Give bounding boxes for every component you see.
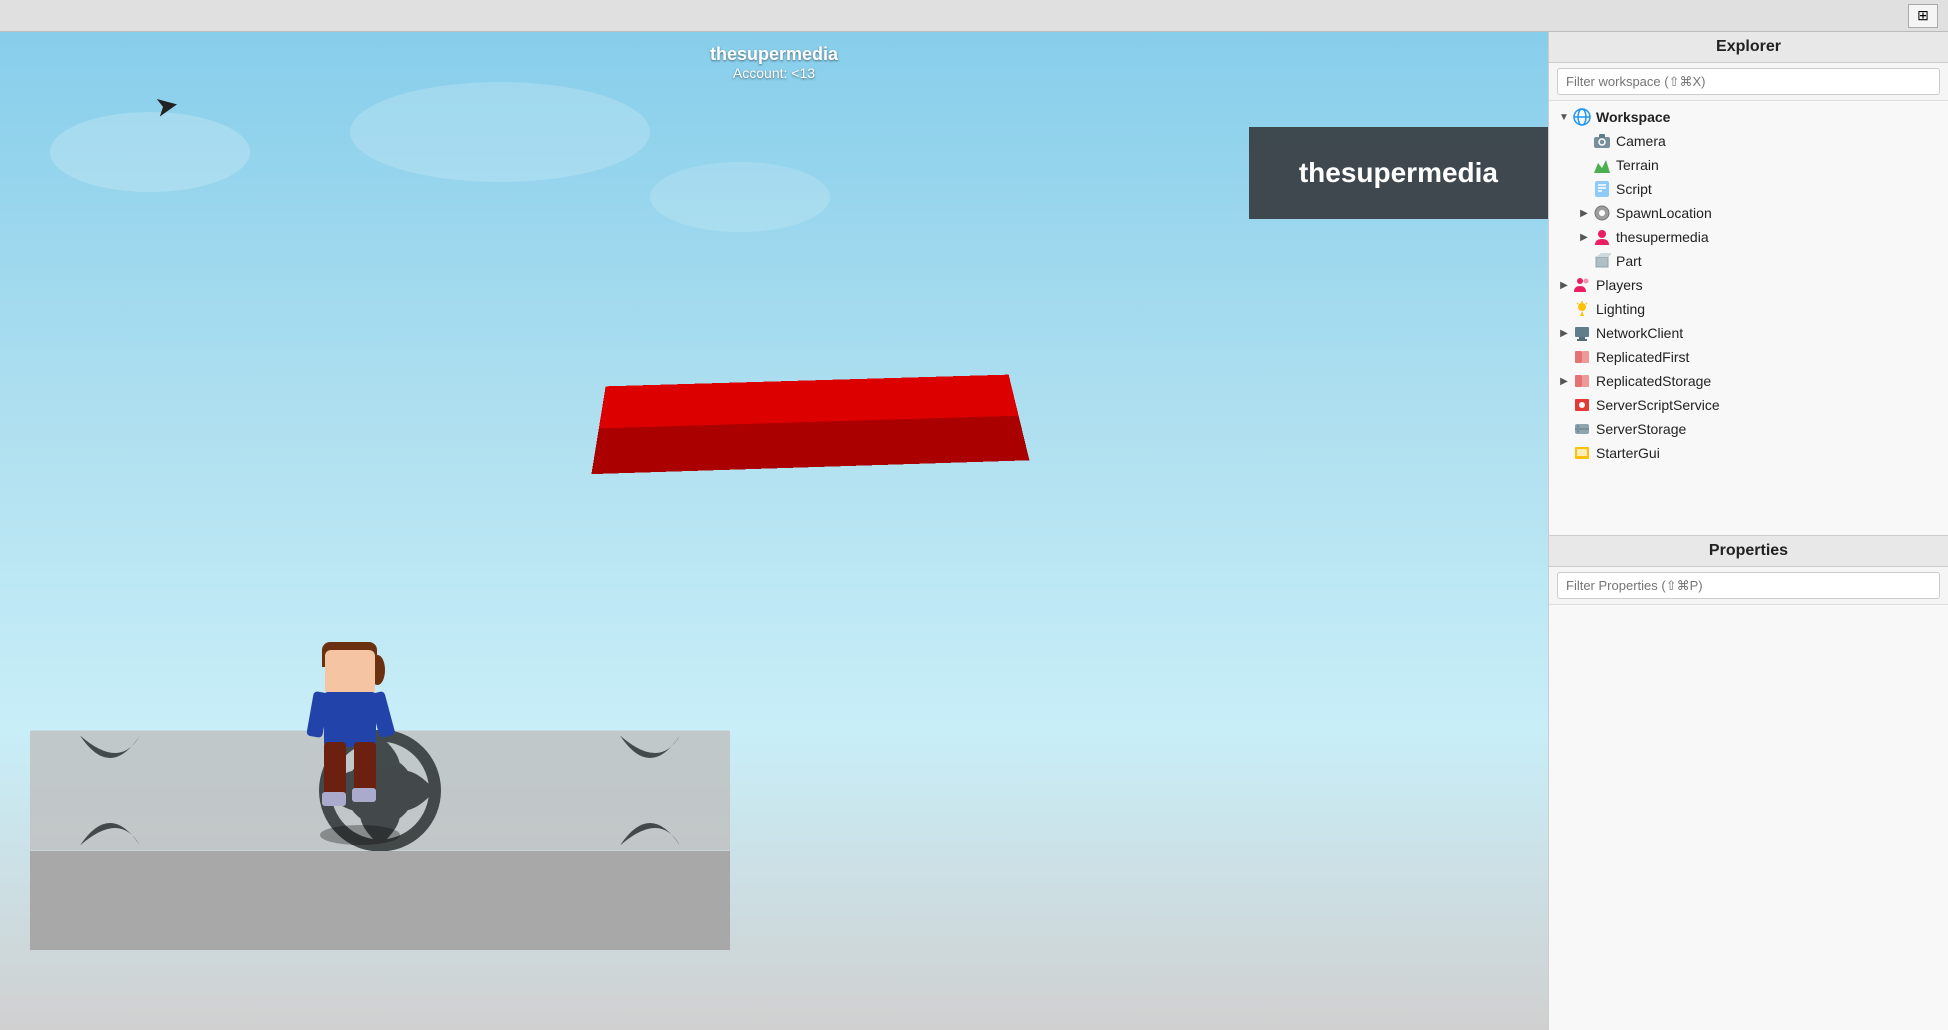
explorer-header: Explorer <box>1549 32 1948 63</box>
icon-replicatedstorage <box>1573 372 1591 390</box>
properties-header: Properties <box>1549 535 1948 567</box>
tree-item-workspace[interactable]: ▼ Workspace <box>1549 105 1948 129</box>
icon-terrain <box>1593 156 1611 174</box>
arrow-script[interactable] <box>1577 182 1591 196</box>
arrow-thesupermedia[interactable]: ▶ <box>1577 230 1591 244</box>
label-camera: Camera <box>1616 133 1666 149</box>
tree-item-terrain[interactable]: Terrain <box>1549 153 1948 177</box>
label-replicatedstorage: ReplicatedStorage <box>1596 373 1711 389</box>
label-serverscriptservice: ServerScriptService <box>1596 397 1720 413</box>
viewport-account: Account: <13 <box>710 65 838 81</box>
user-info-top: thesupermedia Account: <13 <box>710 44 838 81</box>
arrow-serverstorage[interactable] <box>1557 422 1571 436</box>
arrow-camera[interactable] <box>1577 134 1591 148</box>
tree-item-serverscriptservice[interactable]: ServerScriptService <box>1549 393 1948 417</box>
icon-camera <box>1593 132 1611 150</box>
username-panel: thesupermedia <box>1249 127 1548 219</box>
icon-thesupermedia <box>1593 228 1611 246</box>
properties-content <box>1549 605 1948 1030</box>
arrow-players[interactable]: ▶ <box>1557 278 1571 292</box>
icon-replicatedfirst <box>1573 348 1591 366</box>
tree-item-part[interactable]: Part <box>1549 249 1948 273</box>
icon-serverscriptservice <box>1573 396 1591 414</box>
tree-item-players[interactable]: ▶ Players <box>1549 273 1948 297</box>
arrow-lighting[interactable] <box>1557 302 1571 316</box>
cloud-3 <box>650 162 830 232</box>
icon-spawnlocation <box>1593 204 1611 222</box>
icon-serverstorage <box>1573 420 1591 438</box>
main-area: thesupermedia Account: <13 thesupermedia… <box>0 32 1948 1030</box>
icon-players <box>1573 276 1591 294</box>
top-bar: ⊞ <box>0 0 1948 32</box>
tree-item-replicatedfirst[interactable]: ReplicatedFirst <box>1549 345 1948 369</box>
label-part: Part <box>1616 253 1642 269</box>
grid-icon[interactable]: ⊞ <box>1908 4 1938 28</box>
tree-item-serverstorage[interactable]: ServerStorage <box>1549 417 1948 441</box>
cursor-icon: ➤ <box>153 90 181 122</box>
label-serverstorage: ServerStorage <box>1596 421 1686 437</box>
arrow-spawnlocation[interactable]: ▶ <box>1577 206 1591 220</box>
label-script: Script <box>1616 181 1652 197</box>
icon-lighting <box>1573 300 1591 318</box>
arrow-replicatedstorage[interactable]: ▶ <box>1557 374 1571 388</box>
icon-startergui <box>1573 444 1591 462</box>
label-workspace: Workspace <box>1596 109 1670 125</box>
char-head <box>325 650 375 695</box>
char-leg-right <box>354 742 376 792</box>
icon-networkclient <box>1573 324 1591 342</box>
gray-platform-front <box>30 851 730 950</box>
tree-item-camera[interactable]: Camera <box>1549 129 1948 153</box>
character <box>300 650 400 830</box>
properties-title: Properties <box>1709 542 1788 559</box>
tree-item-lighting[interactable]: Lighting <box>1549 297 1948 321</box>
icon-part <box>1593 252 1611 270</box>
icon-script <box>1593 180 1611 198</box>
label-terrain: Terrain <box>1616 157 1659 173</box>
label-lighting: Lighting <box>1596 301 1645 317</box>
label-players: Players <box>1596 277 1643 293</box>
arrow-part[interactable] <box>1577 254 1591 268</box>
cloud-2 <box>350 82 650 182</box>
cloud-1 <box>50 112 250 192</box>
arrow-workspace[interactable]: ▼ <box>1557 110 1571 124</box>
properties-filter-input[interactable] <box>1557 572 1940 599</box>
char-shoe-left <box>322 792 346 806</box>
tree-item-replicatedstorage[interactable]: ▶ ReplicatedStorage <box>1549 369 1948 393</box>
char-shoe-right <box>352 788 376 802</box>
tree-item-networkclient[interactable]: ▶ NetworkClient <box>1549 321 1948 345</box>
viewport[interactable]: thesupermedia Account: <13 thesupermedia… <box>0 32 1548 1030</box>
label-spawnlocation: SpawnLocation <box>1616 205 1712 221</box>
arrow-networkclient[interactable]: ▶ <box>1557 326 1571 340</box>
explorer-filter-bar <box>1549 63 1948 101</box>
red-platform <box>591 375 1029 474</box>
right-panel: Explorer ▼ Workspace Camera Terrain Script ▶ S… <box>1548 32 1948 1030</box>
viewport-username: thesupermedia <box>710 44 838 65</box>
arrow-terrain[interactable] <box>1577 158 1591 172</box>
tree-item-startergui[interactable]: StarterGui <box>1549 441 1948 465</box>
char-body <box>324 692 376 747</box>
properties-filter-bar <box>1549 567 1948 605</box>
tree-item-script[interactable]: Script <box>1549 177 1948 201</box>
username-panel-text: thesupermedia <box>1299 157 1498 188</box>
tree-view[interactable]: ▼ Workspace Camera Terrain Script ▶ SpawnLocat… <box>1549 101 1948 535</box>
char-leg-left <box>324 742 346 797</box>
icon-workspace <box>1573 108 1591 126</box>
label-thesupermedia: thesupermedia <box>1616 229 1709 245</box>
explorer-filter-input[interactable] <box>1557 68 1940 95</box>
arrow-replicatedfirst[interactable] <box>1557 350 1571 364</box>
label-startergui: StarterGui <box>1596 445 1660 461</box>
tree-item-spawnlocation[interactable]: ▶ SpawnLocation <box>1549 201 1948 225</box>
arrow-startergui[interactable] <box>1557 446 1571 460</box>
arrow-serverscriptservice[interactable] <box>1557 398 1571 412</box>
label-replicatedfirst: ReplicatedFirst <box>1596 349 1689 365</box>
explorer-title: Explorer <box>1716 38 1781 55</box>
tree-item-thesupermedia[interactable]: ▶ thesupermedia <box>1549 225 1948 249</box>
label-networkclient: NetworkClient <box>1596 325 1683 341</box>
